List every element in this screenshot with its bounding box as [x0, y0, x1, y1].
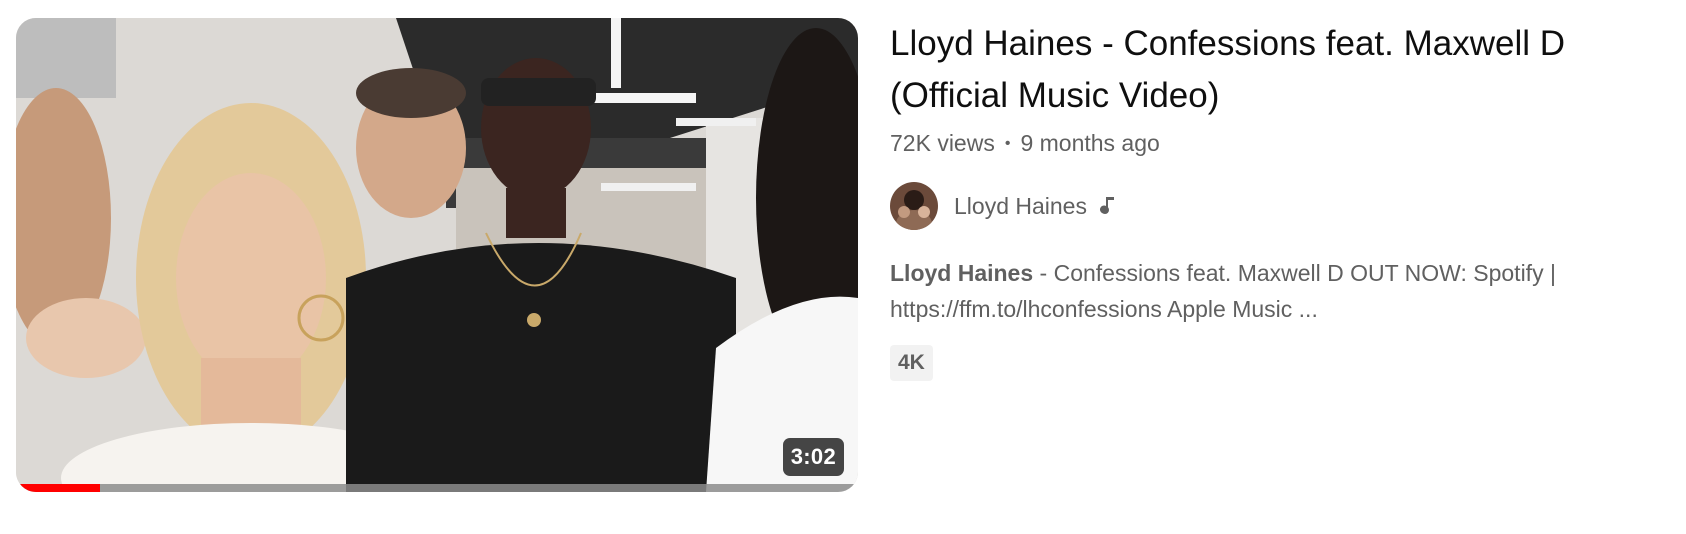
meta-separator: •	[1004, 134, 1011, 152]
channel-avatar[interactable]	[890, 182, 938, 230]
video-metadata: 72K views • 9 months ago	[890, 130, 1670, 157]
watch-progress-fill	[16, 484, 101, 492]
video-details: Lloyd Haines - Confessions feat. Maxwell…	[890, 18, 1670, 381]
video-result[interactable]: 3:02 Lloyd Haines - Confessions feat. Ma…	[0, 0, 1686, 534]
view-count: 72K views	[890, 130, 995, 156]
quality-badge-4k: 4K	[890, 345, 933, 381]
avatar-image	[890, 182, 938, 230]
upload-age: 9 months ago	[1020, 130, 1160, 156]
channel-name[interactable]: Lloyd Haines	[954, 193, 1087, 220]
video-thumbnail[interactable]: 3:02	[16, 18, 858, 492]
channel-info[interactable]: Lloyd Haines	[890, 181, 1670, 231]
watch-progress-bar	[16, 484, 858, 492]
music-note-icon	[1099, 195, 1119, 217]
description-highlight: Lloyd Haines	[890, 260, 1034, 286]
thumbnail-image	[16, 18, 858, 492]
duration-badge: 3:02	[782, 438, 844, 476]
video-description: Lloyd Haines - Confessions feat. Maxwell…	[890, 255, 1670, 327]
video-title[interactable]: Lloyd Haines - Confessions feat. Maxwell…	[890, 18, 1670, 122]
